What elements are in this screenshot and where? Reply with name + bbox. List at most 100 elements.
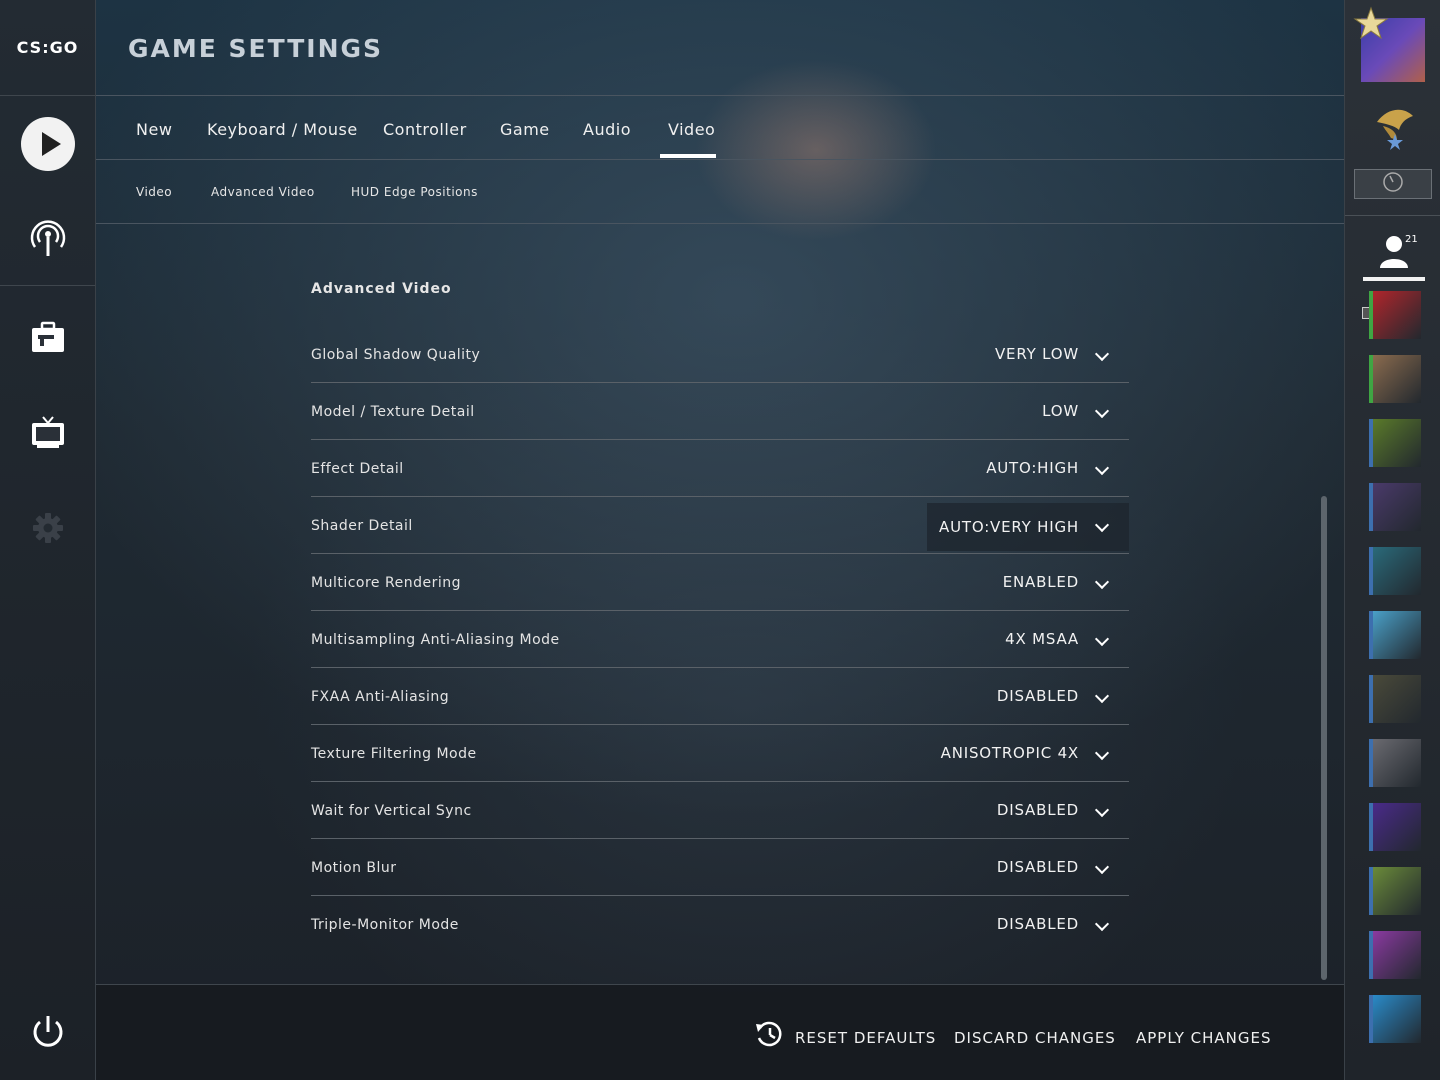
- setting-row: Wait for Vertical Sync DISABLED: [311, 782, 1129, 839]
- tab-controller[interactable]: Controller: [383, 120, 467, 139]
- setting-dropdown[interactable]: ANISOTROPIC 4X: [941, 725, 1129, 781]
- active-tab-indicator: [660, 154, 716, 158]
- setting-label: Model / Texture Detail: [311, 404, 475, 420]
- setting-label: Shader Detail: [311, 518, 413, 534]
- setting-dropdown[interactable]: DISABLED: [997, 839, 1129, 895]
- settings-tabs: New Keyboard / Mouse Controller Game Aud…: [96, 96, 1344, 160]
- setting-dropdown[interactable]: 4X MSAA: [1005, 611, 1129, 667]
- setting-dropdown[interactable]: AUTO:HIGH: [986, 440, 1129, 496]
- setting-row: Global Shadow Quality VERY LOW: [311, 326, 1129, 383]
- apply-changes-button[interactable]: APPLY CHANGES: [1136, 1029, 1272, 1047]
- tab-keyboard-mouse[interactable]: Keyboard / Mouse: [207, 120, 358, 139]
- setting-row: Shader Detail AUTO:VERY HIGH: [311, 497, 1129, 554]
- chevron-down-icon: [1094, 859, 1110, 875]
- friend-avatar[interactable]: [1369, 867, 1421, 915]
- setting-value: DISABLED: [996, 858, 1079, 876]
- setting-value: AUTO:VERY HIGH: [939, 518, 1079, 536]
- setting-label: Texture Filtering Mode: [311, 746, 477, 762]
- settings-gear-icon[interactable]: [28, 508, 68, 548]
- main-nav: CS:GO: [0, 0, 96, 1080]
- page-title: GAME SETTINGS: [128, 34, 384, 63]
- reset-defaults-button[interactable]: RESET DEFAULTS: [795, 1029, 936, 1047]
- friend-avatar[interactable]: [1369, 291, 1421, 339]
- friend-avatar[interactable]: [1369, 355, 1421, 403]
- power-icon[interactable]: [28, 1012, 68, 1052]
- reset-history-icon[interactable]: [754, 1019, 784, 1049]
- watch-tv-icon[interactable]: [28, 412, 68, 452]
- footer-actions: RESET DEFAULTS DISCARD CHANGES APPLY CHA…: [96, 984, 1344, 1080]
- setting-label: Multisampling Anti-Aliasing Mode: [311, 632, 560, 648]
- tab-game[interactable]: Game: [500, 120, 550, 139]
- chevron-down-icon: [1094, 517, 1110, 533]
- friends-active-indicator: [1363, 277, 1425, 281]
- setting-value: ENABLED: [1002, 573, 1079, 591]
- setting-row: Multisampling Anti-Aliasing Mode 4X MSAA: [311, 611, 1129, 668]
- discard-changes-button[interactable]: DISCARD CHANGES: [954, 1029, 1116, 1047]
- setting-label: FXAA Anti-Aliasing: [311, 689, 450, 705]
- setting-label: Motion Blur: [311, 860, 397, 876]
- settings-subtabs: Video Advanced Video HUD Edge Positions: [96, 160, 1344, 224]
- friend-avatar[interactable]: [1369, 739, 1421, 787]
- setting-label: Global Shadow Quality: [311, 347, 481, 363]
- rank-eagle-icon: [1373, 104, 1417, 156]
- page-header: GAME SETTINGS: [96, 0, 1344, 96]
- clock-icon: [1382, 171, 1404, 197]
- setting-dropdown[interactable]: DISABLED: [997, 668, 1129, 724]
- setting-value: ANISOTROPIC 4X: [940, 744, 1079, 762]
- setting-row: Motion Blur DISABLED: [311, 839, 1129, 896]
- tab-video[interactable]: Video: [668, 120, 715, 139]
- chevron-down-icon: [1094, 403, 1110, 419]
- subtab-advanced-video[interactable]: Advanced Video: [211, 185, 315, 199]
- setting-row: Multicore Rendering ENABLED: [311, 554, 1129, 611]
- broadcast-icon[interactable]: [28, 218, 68, 258]
- setting-value: LOW: [1042, 402, 1079, 420]
- csgo-logo: CS:GO: [0, 0, 95, 96]
- friends-sidebar: 21: [1344, 0, 1440, 1080]
- settings-list: Global Shadow Quality VERY LOW Model / Tex…: [311, 326, 1129, 953]
- friend-avatar[interactable]: [1369, 931, 1421, 979]
- friend-avatar[interactable]: [1369, 803, 1421, 851]
- chevron-down-icon: [1094, 745, 1110, 761]
- tab-new[interactable]: New: [136, 120, 172, 139]
- setting-dropdown[interactable]: VERY LOW: [995, 326, 1129, 382]
- setting-row: FXAA Anti-Aliasing DISABLED: [311, 668, 1129, 725]
- setting-dropdown[interactable]: AUTO:VERY HIGH: [927, 503, 1129, 551]
- scrollbar[interactable]: [1321, 496, 1327, 980]
- setting-row: Model / Texture Detail LOW: [311, 383, 1129, 440]
- friend-avatar[interactable]: [1369, 483, 1421, 531]
- chevron-down-icon: [1094, 631, 1110, 647]
- subtab-hud-edge-positions[interactable]: HUD Edge Positions: [351, 185, 478, 199]
- tab-audio[interactable]: Audio: [583, 120, 631, 139]
- chevron-down-icon: [1094, 346, 1110, 362]
- subtab-video[interactable]: Video: [136, 185, 172, 199]
- setting-dropdown[interactable]: DISABLED: [997, 782, 1129, 838]
- chevron-down-icon: [1094, 802, 1110, 818]
- logo-text: CS:GO: [16, 38, 79, 57]
- play-icon[interactable]: [21, 117, 75, 171]
- chevron-down-icon: [1094, 688, 1110, 704]
- cooldown-timer: [1354, 169, 1432, 199]
- friend-avatar[interactable]: [1369, 547, 1421, 595]
- friend-count: 21: [1405, 234, 1418, 245]
- setting-dropdown[interactable]: LOW: [1042, 383, 1129, 439]
- nav-play-section: [0, 96, 95, 286]
- setting-row: Effect Detail AUTO:HIGH: [311, 440, 1129, 497]
- friend-avatar[interactable]: [1369, 419, 1421, 467]
- setting-label: Effect Detail: [311, 461, 404, 477]
- setting-label: Triple-Monitor Mode: [311, 917, 459, 933]
- setting-value: VERY LOW: [995, 345, 1079, 363]
- friend-avatar[interactable]: [1369, 995, 1421, 1043]
- setting-value: DISABLED: [996, 687, 1079, 705]
- inventory-icon[interactable]: [28, 317, 68, 357]
- chevron-down-icon: [1094, 574, 1110, 590]
- section-title: Advanced Video: [311, 281, 452, 297]
- setting-label: Multicore Rendering: [311, 575, 461, 591]
- friend-avatar[interactable]: [1369, 611, 1421, 659]
- setting-dropdown[interactable]: DISABLED: [997, 896, 1129, 952]
- chevron-down-icon: [1094, 916, 1110, 932]
- friend-avatar[interactable]: [1369, 675, 1421, 723]
- setting-row: Texture Filtering Mode ANISOTROPIC 4X: [311, 725, 1129, 782]
- setting-value: DISABLED: [996, 801, 1079, 819]
- setting-value: 4X MSAA: [1005, 630, 1079, 648]
- setting-dropdown[interactable]: ENABLED: [1003, 554, 1129, 610]
